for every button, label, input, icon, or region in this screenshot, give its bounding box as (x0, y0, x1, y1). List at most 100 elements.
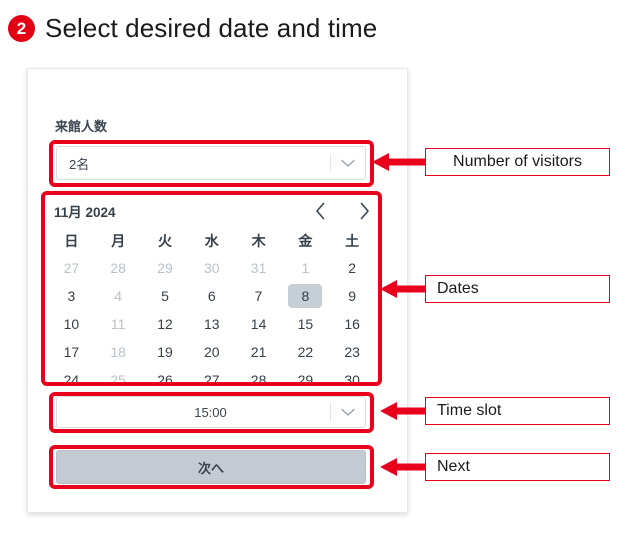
calendar-week-row: 3 4 5 6 7 8 9 (48, 282, 376, 310)
page-title: Select desired date and time (45, 12, 378, 43)
calendar-day-label: 11 (110, 316, 126, 332)
calendar-day: 31 (235, 254, 282, 282)
calendar-day-label: 25 (110, 372, 126, 388)
calendar-day-label: 6 (207, 288, 216, 304)
calendar-nav (312, 198, 372, 224)
callout-next: Next (425, 453, 610, 481)
calendar-day[interactable]: 27 (188, 366, 235, 394)
calendar-day[interactable]: 26 (142, 366, 189, 394)
calendar-day[interactable]: 20 (188, 338, 235, 366)
calendar-day-label: 14 (250, 316, 267, 332)
calendar-day-label: 30 (344, 372, 360, 388)
chevron-left-icon[interactable] (312, 200, 328, 222)
calendar-weekday-2: 火 (157, 233, 172, 249)
calendar-day: 4 (95, 282, 142, 310)
calendar-day[interactable]: 10 (48, 310, 95, 338)
calendar-day[interactable]: 17 (48, 338, 95, 366)
calendar-day[interactable]: 7 (235, 282, 282, 310)
callout-timeslot: Time slot (425, 397, 610, 425)
calendar-day-label: 27 (63, 260, 80, 276)
calendar-day[interactable]: 21 (235, 338, 282, 366)
calendar-day: 11 (95, 310, 142, 338)
calendar-weekday-6: 土 (345, 233, 360, 249)
calendar-day-label: 5 (161, 288, 169, 304)
calendar-day[interactable]: 19 (142, 338, 189, 366)
calendar-day-label: 29 (157, 260, 173, 276)
calendar-day-label: 30 (203, 260, 220, 276)
calendar-day[interactable]: 6 (188, 282, 235, 310)
visitors-select[interactable]: 2名 (56, 146, 366, 180)
calendar-day-label: 19 (157, 344, 173, 360)
calendar-day-label: 28 (110, 260, 126, 276)
calendar-day-label: 9 (348, 288, 357, 304)
callout-visitors: Number of visitors (425, 148, 610, 176)
calendar-day[interactable]: 16 (329, 310, 376, 338)
calendar-day-label: 24 (63, 372, 80, 388)
calendar-day-selected[interactable]: 8 (282, 282, 329, 310)
calendar-day: 30 (188, 254, 235, 282)
calendar-day[interactable]: 3 (48, 282, 95, 310)
calendar-day: 25 (95, 366, 142, 394)
chevron-down-icon[interactable] (331, 408, 365, 417)
calendar-day-label: 31 (250, 260, 267, 276)
calendar-day[interactable]: 22 (282, 338, 329, 366)
calendar-day-label: 17 (63, 344, 80, 360)
calendar-day[interactable]: 28 (235, 366, 282, 394)
visitors-label: 来館人数 (55, 119, 108, 134)
calendar-day[interactable]: 24 (48, 366, 95, 394)
callout-label: Next (437, 458, 470, 475)
calendar-day-label: 2 (348, 260, 357, 276)
calendar-week-row: 17 18 19 20 21 22 23 (48, 338, 376, 366)
calendar-day: 18 (95, 338, 142, 366)
visitors-select-value: 2名 (69, 156, 90, 172)
calendar-day[interactable]: 30 (329, 366, 376, 394)
calendar-day[interactable]: 9 (329, 282, 376, 310)
next-button[interactable]: 次へ (56, 450, 366, 484)
calendar-day-label: 8 (288, 284, 323, 308)
calendar-day-label: 20 (203, 344, 220, 360)
calendar-day-label: 18 (110, 344, 126, 360)
calendar-month-label: 11月 2024 (54, 205, 116, 220)
chevron-down-icon[interactable] (331, 159, 365, 168)
calendar-day[interactable]: 23 (329, 338, 376, 366)
calendar-day: 28 (95, 254, 142, 282)
calendar-day-label: 28 (250, 372, 267, 388)
calendar-weekday-4: 木 (251, 233, 266, 249)
calendar-day[interactable]: 5 (142, 282, 189, 310)
calendar-weekday-3: 水 (204, 233, 219, 249)
calendar-day: 29 (142, 254, 189, 282)
calendar-day-label: 29 (297, 372, 314, 388)
calendar-day[interactable]: 29 (282, 366, 329, 394)
calendar-day: 27 (48, 254, 95, 282)
callout-label: Dates (437, 280, 479, 297)
calendar-day-label: 13 (203, 316, 220, 332)
calendar-day-label: 23 (344, 344, 360, 360)
chevron-right-icon[interactable] (356, 200, 372, 222)
calendar-day[interactable]: 15 (282, 310, 329, 338)
calendar-weekday-row: 日月火水木金土 (48, 228, 376, 254)
calendar-day[interactable]: 12 (142, 310, 189, 338)
calendar-day-label: 12 (157, 316, 173, 332)
timeslot-select-value: 15:00 (194, 404, 227, 420)
calendar-day-label: 4 (114, 288, 123, 304)
calendar-weekday-5: 金 (298, 233, 313, 249)
calendar: 11月 2024 日月火水木金土 27 28 29 30 31 1 2 3 4 5 6 7 8 9 10 11… (48, 198, 376, 394)
calendar-day-label: 1 (301, 260, 310, 276)
calendar-day-label: 10 (63, 316, 80, 332)
callout-dates: Dates (425, 275, 610, 303)
calendar-day[interactable]: 13 (188, 310, 235, 338)
calendar-header: 11月 2024 (48, 198, 376, 224)
calendar-day-label: 7 (254, 288, 263, 304)
calendar-week-row: 24 25 26 27 28 29 30 (48, 366, 376, 394)
calendar-day[interactable]: 14 (235, 310, 282, 338)
timeslot-select[interactable]: 15:00 (56, 396, 366, 428)
calendar-day-label: 27 (203, 372, 220, 388)
callout-label: Number of visitors (453, 153, 582, 170)
calendar-grid: 日月火水木金土 27 28 29 30 31 1 2 3 4 5 6 7 8 9 10 11 12 13 14 15 1… (48, 228, 376, 394)
calendar-weekday-0: 日 (64, 233, 79, 249)
calendar-day[interactable]: 2 (329, 254, 376, 282)
calendar-day-label: 26 (157, 372, 173, 388)
page-heading: 2 Select desired date and time (8, 8, 377, 48)
calendar-day: 1 (282, 254, 329, 282)
calendar-week-row: 27 28 29 30 31 1 2 (48, 254, 376, 282)
